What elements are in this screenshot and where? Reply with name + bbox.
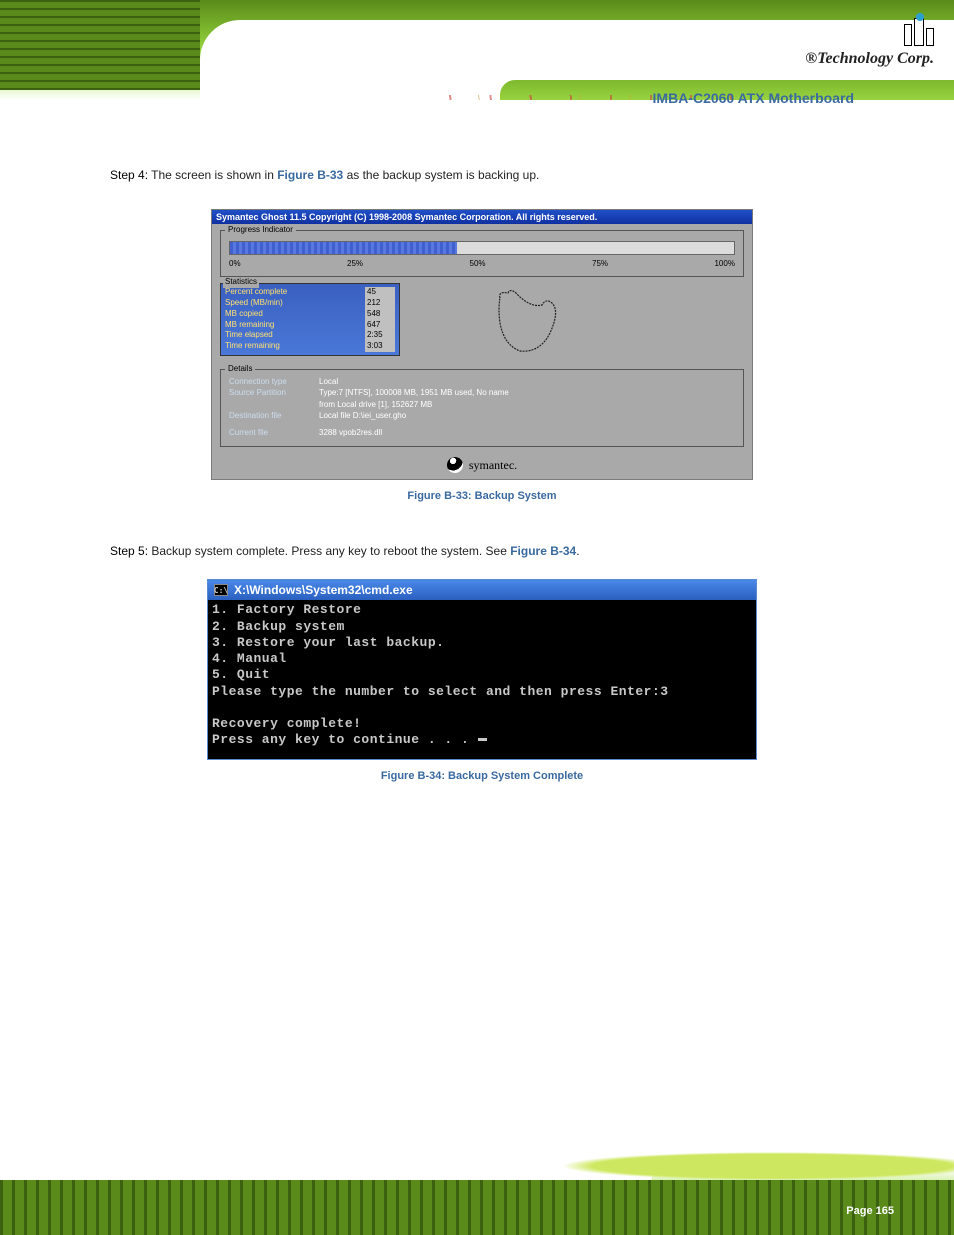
scale-50: 50% xyxy=(470,259,486,268)
cmd-screenshot: C:\ X:\Windows\System32\cmd.exe 1. Facto… xyxy=(207,579,757,759)
detail-src-k2 xyxy=(229,399,319,410)
brand-text: ®Technology Corp. xyxy=(805,50,934,68)
cursor-icon xyxy=(478,738,487,741)
step4-text: Step 4: The screen is shown in Figure B-… xyxy=(110,166,854,185)
step4-body: The screen is shown in xyxy=(151,168,277,182)
scale-0: 0% xyxy=(229,259,241,268)
brand-logo-icon xyxy=(805,18,934,46)
scale-25: 25% xyxy=(347,259,363,268)
progress-group: Progress Indicator 0% 25% 50% 75% 100% xyxy=(220,230,744,277)
footer-swoosh xyxy=(500,1152,954,1180)
page-number: Page 165 xyxy=(846,1205,894,1217)
progress-bar xyxy=(229,241,735,255)
detail-src-k: Source Partition xyxy=(229,387,319,398)
stats-box: Statistics Percent complete45 Speed (MB/… xyxy=(220,283,400,356)
cmd-l1: 1. Factory Restore xyxy=(212,602,361,617)
cmd-l3: 3. Restore your last backup. xyxy=(212,635,444,650)
cmd-l5: 5. Quit xyxy=(212,667,270,682)
progress-fill xyxy=(230,242,457,254)
step5-tail: . xyxy=(576,544,579,558)
cmd-icon: C:\ xyxy=(214,584,228,596)
stat-elapsed-k: Time elapsed xyxy=(225,330,273,341)
step4-figref: Figure B-33 xyxy=(277,168,343,182)
step5-body: Backup system complete. Press any key to… xyxy=(151,544,510,558)
stat-remain-k: MB remaining xyxy=(225,320,274,331)
ghost-art-icon xyxy=(480,283,580,363)
stat-remain-v: 647 xyxy=(365,320,395,331)
stat-copied-k: MB copied xyxy=(225,309,263,320)
footer-decor: Page 165 xyxy=(0,1140,954,1235)
detail-dest-v: Local file D:\iei_user.gho xyxy=(319,410,406,421)
detail-curr-k: Current file xyxy=(229,427,319,438)
progress-group-label: Progress Indicator xyxy=(225,225,296,234)
detail-conn-v: Local xyxy=(319,376,338,387)
symantec-text: symantec. xyxy=(469,458,517,473)
step5-figref: Figure B-34 xyxy=(510,544,576,558)
footer-circuit xyxy=(0,1180,954,1235)
details-group: Details Connection typeLocal Source Part… xyxy=(220,369,744,447)
step5-label: Step 5: xyxy=(110,544,148,558)
details-label: Details xyxy=(225,364,255,373)
stat-elapsed-v: 2:35 xyxy=(365,330,395,341)
cmd-l2: 2. Backup system xyxy=(212,619,345,634)
cmd-l8: Press any key to continue . . . xyxy=(212,732,478,747)
symantec-logo-icon xyxy=(445,455,466,476)
stat-percent-v: 45 xyxy=(365,287,395,298)
detail-conn-k: Connection type xyxy=(229,376,319,387)
stat-percent-k: Percent complete xyxy=(225,287,287,298)
header-circuit xyxy=(0,0,200,90)
stat-copied-v: 548 xyxy=(365,309,395,320)
detail-curr-v: 3288 vpob2res.dll xyxy=(319,427,382,438)
stats-row: Statistics Percent complete45 Speed (MB/… xyxy=(220,283,744,363)
progress-scale: 0% 25% 50% 75% 100% xyxy=(229,259,735,268)
step5-text: Step 5: Backup system complete. Press an… xyxy=(110,542,854,561)
symantec-brand: symantec. xyxy=(220,453,744,475)
cmd-l4: 4. Manual xyxy=(212,651,287,666)
cmd-l6: Please type the number to select and the… xyxy=(212,684,669,699)
stat-tremain-v: 3:03 xyxy=(365,341,395,352)
detail-src-v2: from Local drive [1], 152627 MB xyxy=(319,399,432,410)
detail-src-v1: Type:7 [NTFS], 100008 MB, 1951 MB used, … xyxy=(319,387,509,398)
ghost-titlebar: Symantec Ghost 11.5 Copyright (C) 1998-2… xyxy=(212,210,752,224)
brand-block: ®Technology Corp. xyxy=(805,18,934,68)
header-decor: ®Technology Corp. xyxy=(0,0,954,100)
detail-dest-k: Destination file xyxy=(229,410,319,421)
cmd-titlebar: C:\ X:\Windows\System32\cmd.exe xyxy=(208,580,756,600)
stat-speed-v: 212 xyxy=(365,298,395,309)
cmd-body: 1. Factory Restore 2. Backup system 3. R… xyxy=(208,600,756,758)
scale-100: 100% xyxy=(714,259,734,268)
figure-caption-33: Figure B-33: Backup System xyxy=(110,490,854,502)
stat-speed-k: Speed (MB/min) xyxy=(225,298,283,309)
stats-label: Statistics xyxy=(223,277,259,288)
step5-trailer: Step 0: xyxy=(583,544,621,558)
cmd-l7: Recovery complete! xyxy=(212,716,361,731)
step4-label: Step 4: xyxy=(110,168,148,182)
doc-title: IMBA-C2060 ATX Motherboard xyxy=(110,90,854,106)
step4-tail: as the backup system is backing up. xyxy=(343,168,539,182)
figure-caption-34: Figure B-34: Backup System Complete xyxy=(110,770,854,782)
ghost-screenshot: Symantec Ghost 11.5 Copyright (C) 1998-2… xyxy=(211,209,753,480)
cmd-title-text: X:\Windows\System32\cmd.exe xyxy=(234,583,413,597)
stat-tremain-k: Time remaining xyxy=(225,341,280,352)
scale-75: 75% xyxy=(592,259,608,268)
